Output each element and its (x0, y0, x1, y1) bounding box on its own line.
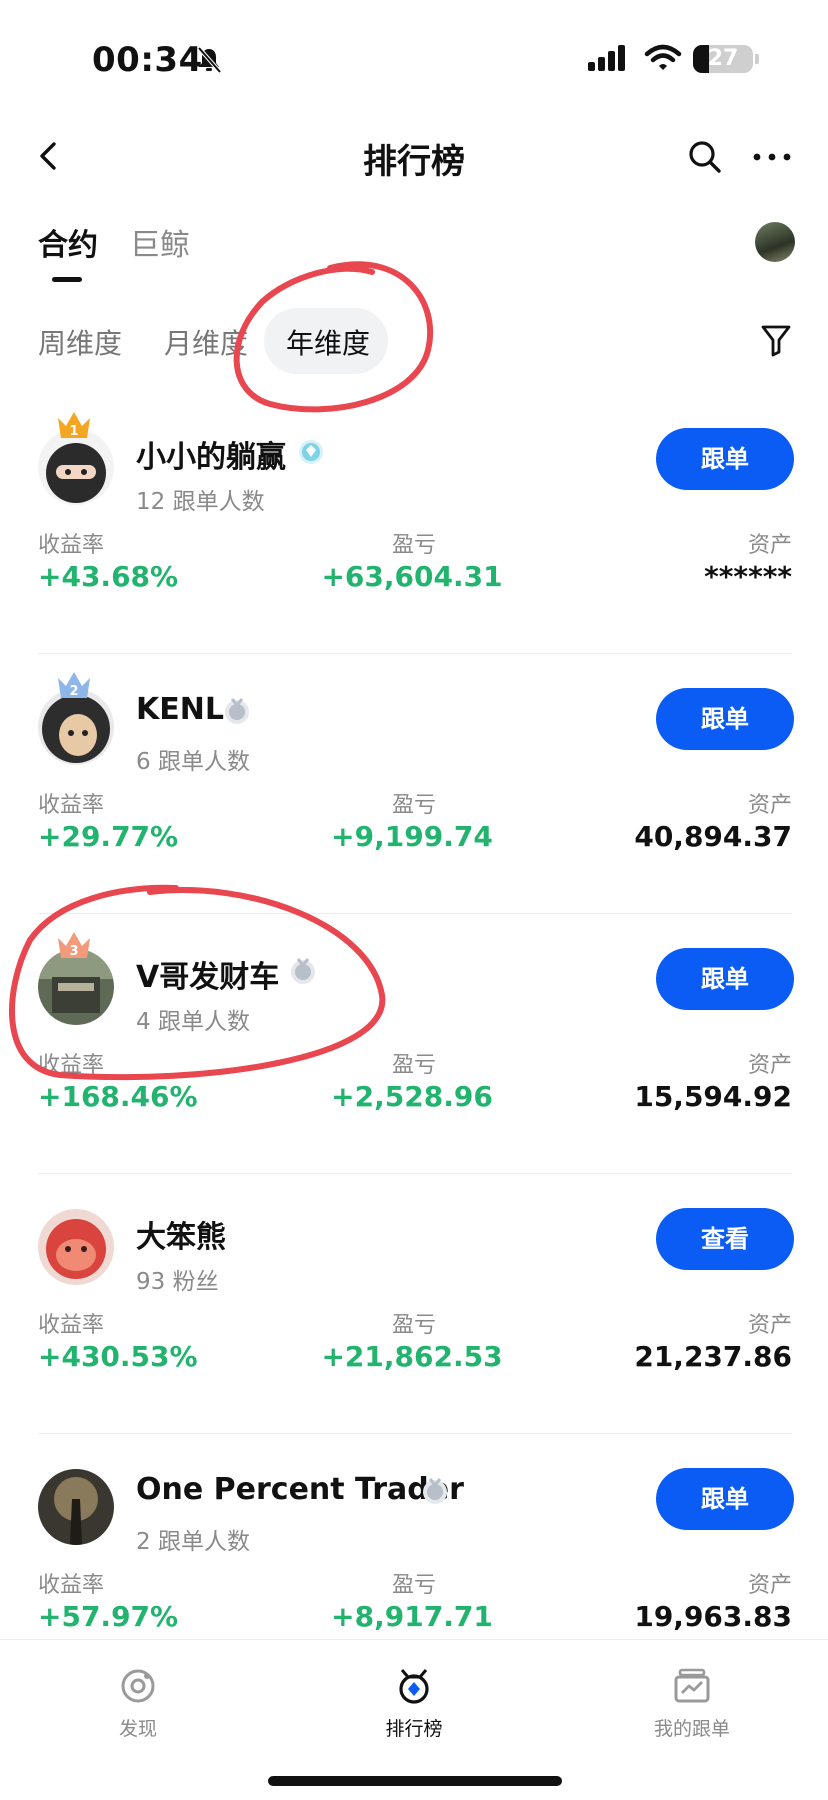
copy-trade-button[interactable]: 跟单 (656, 428, 794, 490)
trader-avatar (38, 429, 114, 505)
copy-trade-button[interactable]: 跟单 (656, 948, 794, 1010)
asset-label: 资产 (747, 1573, 792, 1598)
battery-cap (755, 54, 759, 64)
trader-card[interactable]: 2 KENL 6 跟单人数 跟单 收益率 盈亏 资产 +29.77% +9,19… (0, 654, 828, 914)
nav-label: 排行榜 (385, 1718, 443, 1740)
period-month[interactable]: 月维度 (164, 322, 248, 362)
asset-label: 资产 (747, 1053, 792, 1078)
asset-value: 15,594.92 (634, 1080, 792, 1113)
copy-trade-button[interactable]: 跟单 (656, 1468, 794, 1530)
pnl-value: +21,862.53 (321, 1340, 503, 1373)
silver-medal-icon (291, 958, 315, 984)
pnl-label: 盈亏 (392, 1313, 437, 1338)
asset-value: 19,963.83 (634, 1600, 792, 1633)
pnl-label: 盈亏 (392, 793, 437, 818)
battery-indicator: 27 (693, 45, 753, 73)
battery-level: 27 (707, 46, 739, 71)
tab-contract[interactable]: 合约 (38, 220, 98, 264)
trader-avatar (38, 1469, 114, 1545)
period-week[interactable]: 周维度 (38, 322, 122, 362)
return-rate: +43.68% (38, 560, 179, 593)
follower-count: 4 跟单人数 (136, 1009, 250, 1035)
pnl-label: 盈亏 (392, 1573, 437, 1598)
nav-label: 我的跟单 (653, 1718, 730, 1740)
period-year[interactable]: 年维度 (286, 322, 370, 362)
trader-name[interactable]: V哥发财车 (136, 952, 279, 996)
rate-label: 收益率 (38, 1053, 105, 1078)
filter-icon[interactable] (760, 323, 792, 357)
asset-value: 21,237.86 (634, 1340, 792, 1373)
trader-card[interactable]: 3 V哥发财车 4 跟单人数 跟单 收益率 盈亏 资产 +168.46% +2,… (0, 914, 828, 1174)
return-rate: +57.97% (38, 1600, 179, 1633)
discover-icon (121, 1669, 155, 1703)
leaderboard-icon (399, 1669, 429, 1704)
follower-count: 12 跟单人数 (136, 489, 265, 515)
copy-trade-button[interactable]: 跟单 (656, 688, 794, 750)
view-button[interactable]: 查看 (656, 1208, 794, 1270)
nav-discover[interactable]: 发现 (68, 1666, 208, 1741)
trader-avatar (38, 949, 114, 1025)
wifi-icon (644, 44, 682, 70)
search-icon[interactable] (686, 138, 724, 176)
pnl-label: 盈亏 (392, 1053, 437, 1078)
follower-count: 2 跟单人数 (136, 1529, 250, 1555)
trader-name[interactable]: 大笨熊 (136, 1212, 226, 1256)
avatar[interactable] (755, 222, 795, 262)
trader-card[interactable]: 1 小小的躺赢 12 跟单人数 跟单 收益率 盈亏 资产 +43.68% +63… (0, 394, 828, 654)
rank-number: 2 (69, 684, 78, 699)
return-rate: +168.46% (38, 1080, 198, 1113)
pnl-value: +8,917.71 (331, 1600, 493, 1633)
copy-trade-icon (674, 1668, 710, 1703)
bell-muted-icon (197, 46, 222, 74)
tab-whale[interactable]: 巨鲸 (130, 220, 190, 264)
pnl-value: +2,528.96 (331, 1080, 493, 1113)
diamond-medal-icon (299, 440, 323, 464)
rate-label: 收益率 (38, 533, 105, 558)
rank-number: 3 (69, 944, 78, 959)
asset-label: 资产 (747, 793, 792, 818)
rate-label: 收益率 (38, 1573, 105, 1598)
nav-label: 发现 (118, 1718, 157, 1740)
pnl-label: 盈亏 (392, 533, 437, 558)
nav-my-copy-trades[interactable]: 我的跟单 (622, 1666, 762, 1741)
asset-label: 资产 (747, 1313, 792, 1338)
trader-avatar (38, 689, 114, 765)
trader-name[interactable]: One Percent Trader (136, 1472, 464, 1507)
asset-value: 40,894.37 (634, 820, 792, 853)
rank-badge-gold-icon: 1 (58, 412, 90, 439)
rank-badge-bronze-icon: 3 (58, 932, 90, 959)
more-icon[interactable] (752, 150, 792, 164)
rate-label: 收益率 (38, 1313, 105, 1338)
pnl-value: +63,604.31 (321, 560, 503, 593)
cellular-signal-icon (588, 45, 625, 71)
follower-count: 6 跟单人数 (136, 749, 250, 775)
follower-count: 93 粉丝 (136, 1269, 219, 1295)
return-rate: +430.53% (38, 1340, 198, 1373)
trader-name[interactable]: KENL (136, 692, 224, 727)
nav-leaderboard[interactable]: 排行榜 (344, 1666, 484, 1741)
rate-label: 收益率 (38, 793, 105, 818)
return-rate: +29.77% (38, 820, 179, 853)
status-time: 00:34 (92, 40, 203, 80)
rank-number: 1 (69, 424, 78, 439)
trader-name[interactable]: 小小的躺赢 (136, 432, 286, 476)
pnl-value: +9,199.74 (331, 820, 493, 853)
silver-medal-icon (423, 1478, 447, 1504)
rank-badge-silver-icon: 2 (58, 672, 90, 699)
home-indicator (268, 1776, 562, 1786)
asset-label: 资产 (747, 533, 792, 558)
active-tab-indicator (52, 277, 82, 282)
silver-medal-icon (225, 698, 249, 724)
asset-value: ****** (704, 560, 792, 593)
trader-avatar (38, 1209, 114, 1285)
trader-card[interactable]: 大笨熊 93 粉丝 查看 收益率 盈亏 资产 +430.53% +21,862.… (0, 1174, 828, 1434)
